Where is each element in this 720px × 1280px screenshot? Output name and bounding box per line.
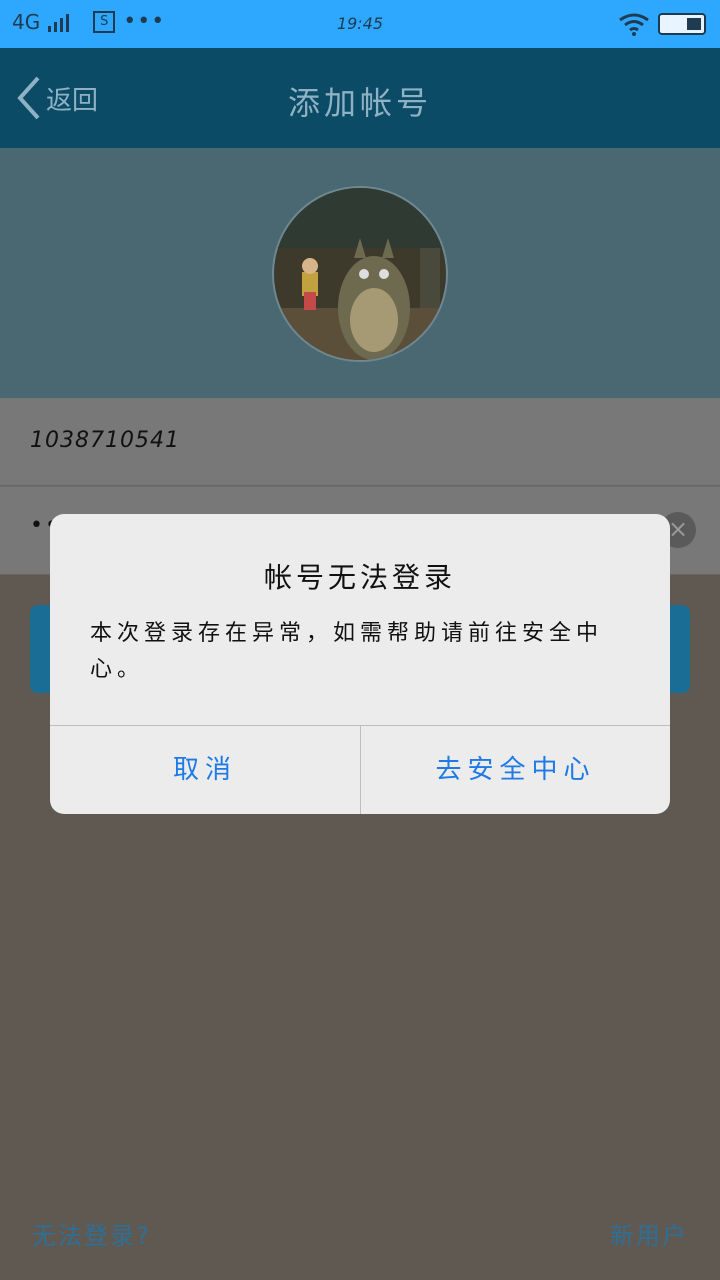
go-security-center-button[interactable]: 去安全中心 bbox=[361, 726, 670, 814]
avatar[interactable] bbox=[272, 186, 448, 362]
account-input-value[interactable]: 1038710541 bbox=[30, 428, 180, 453]
battery-icon bbox=[658, 13, 706, 35]
avatar-image bbox=[274, 188, 446, 360]
page-title: 添加帐号 bbox=[287, 84, 432, 122]
wifi-icon bbox=[619, 13, 649, 36]
account-field[interactable]: 1038710541 bbox=[0, 398, 720, 486]
dialog-title: 帐号无法登录 bbox=[263, 561, 456, 594]
status-right bbox=[618, 12, 706, 36]
cannot-login-link[interactable]: 无法登录? bbox=[32, 1216, 151, 1251]
login-failed-dialog: 帐号无法登录 本次登录存在异常，如需帮助请前往安全中心。 取消 去安全中心 bbox=[50, 514, 670, 814]
status-bar: 4G S ••• 19:45 bbox=[0, 0, 720, 48]
cancel-button[interactable]: 取消 bbox=[50, 726, 360, 814]
new-user-link[interactable]: 新用户 bbox=[610, 1216, 688, 1251]
avatar-header bbox=[0, 148, 720, 398]
status-time: 19:45 bbox=[336, 14, 384, 33]
dialog-message: 本次登录存在异常，如需帮助请前往安全中心。 bbox=[90, 621, 604, 682]
nav-bar: 返回 添加帐号 bbox=[0, 48, 720, 148]
